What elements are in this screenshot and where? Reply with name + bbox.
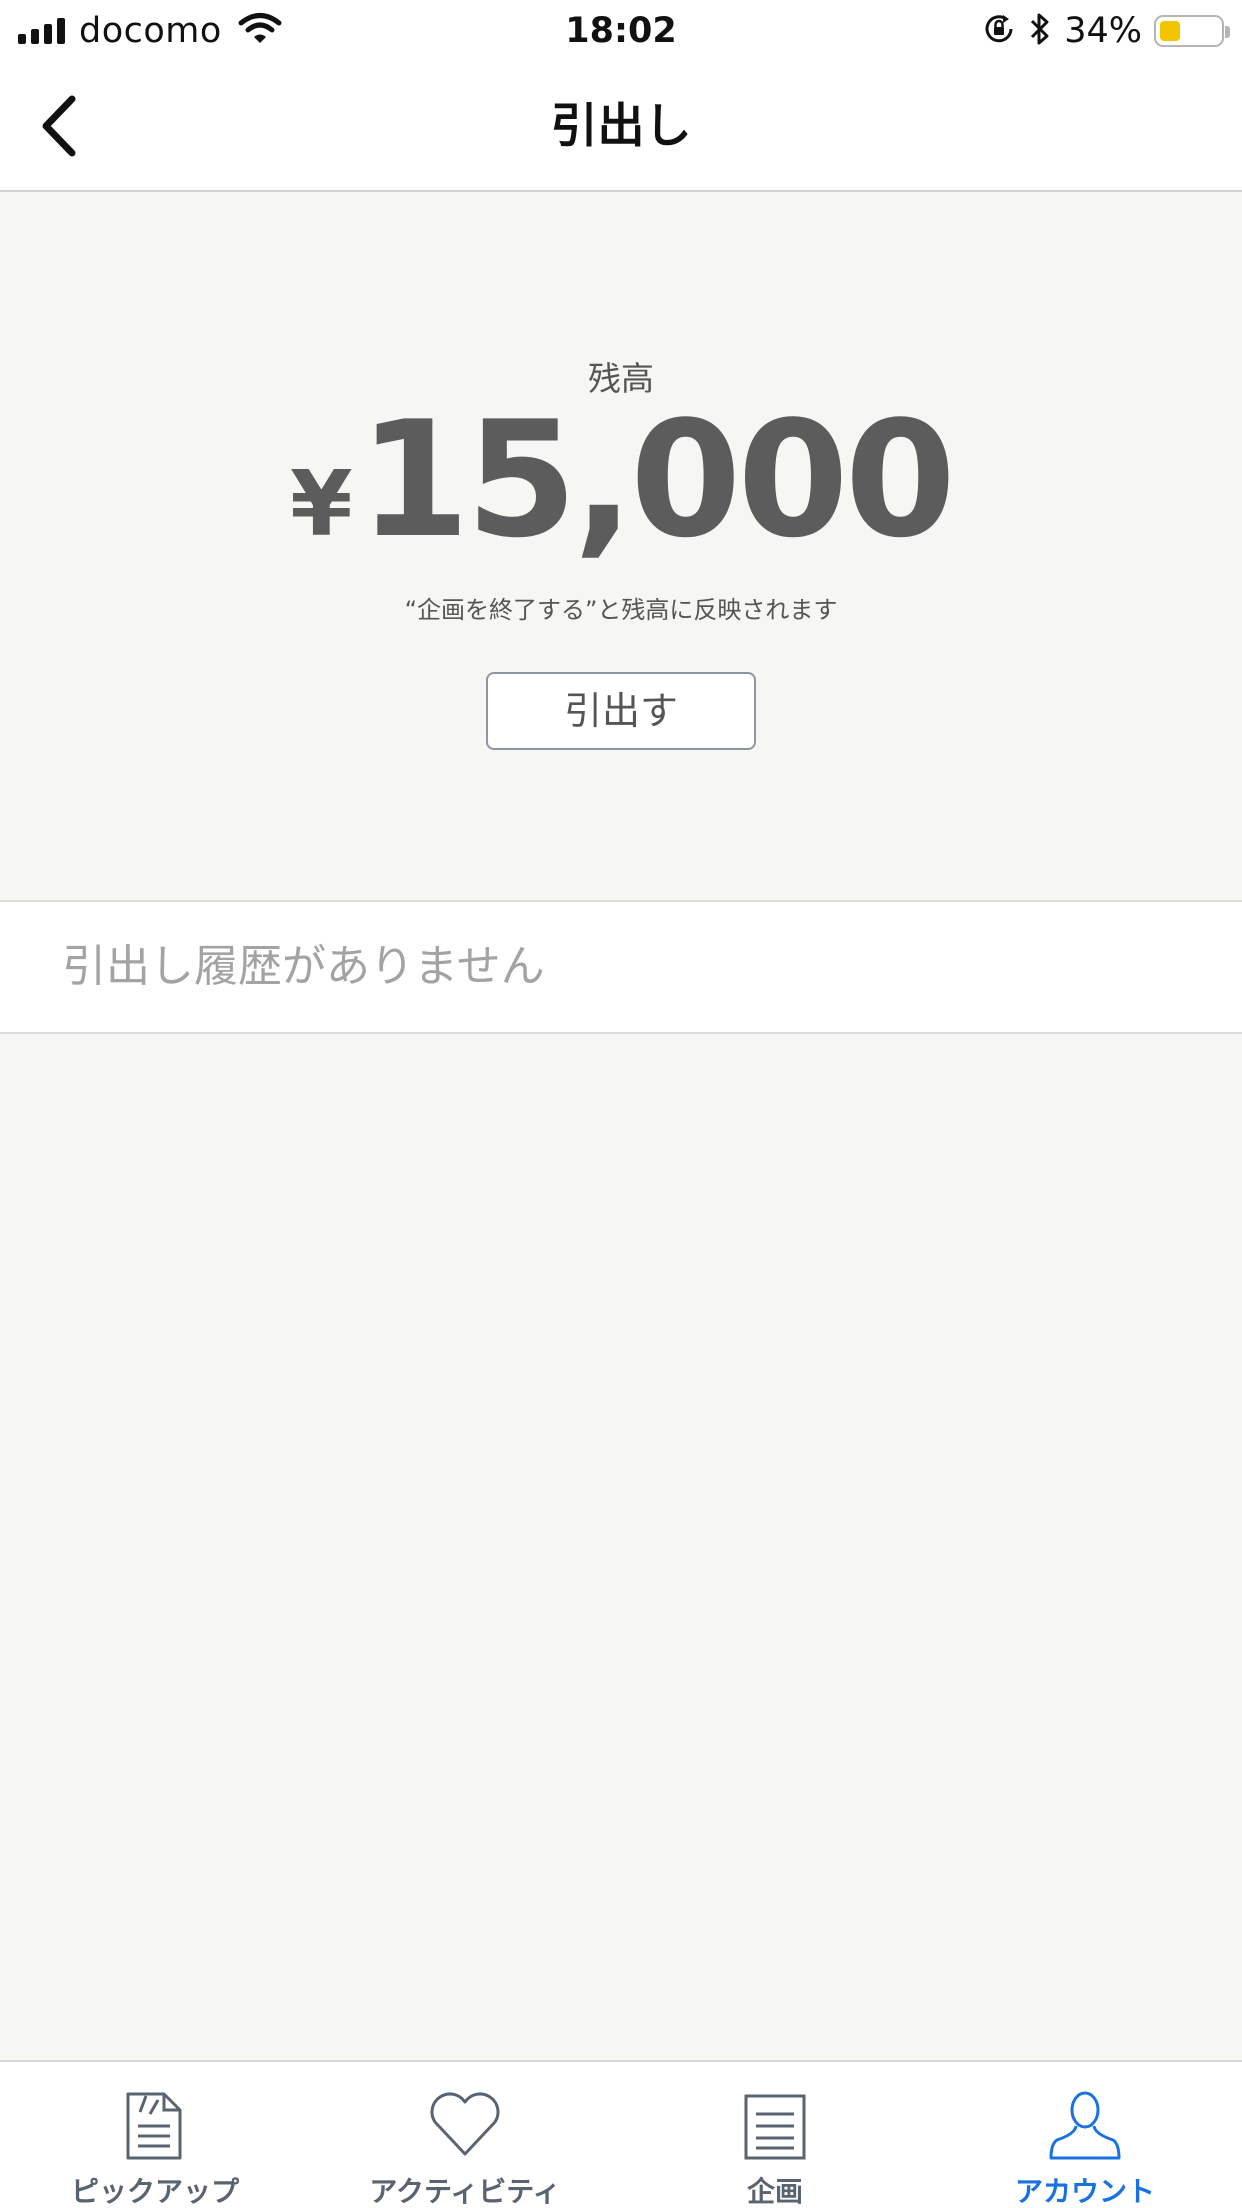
status-right: 34% (982, 8, 1230, 54)
tab-label: ピックアップ (70, 2175, 239, 2208)
battery-cap (1225, 26, 1230, 38)
person-icon (930, 2084, 1240, 2164)
history-empty-message: 引出し履歴がありません (62, 941, 545, 992)
tab-account[interactable]: アカウント (930, 2062, 1240, 2208)
document-icon (0, 2084, 310, 2164)
heart-icon (310, 2084, 620, 2164)
currency-symbol: ¥ (289, 452, 353, 557)
screen: docomo 18:02 34% 引出し 残高 ¥ 15,000 “企画を終了す… (0, 0, 1242, 2208)
battery-icon (1154, 15, 1230, 47)
balance-value: 15,000 (358, 386, 956, 573)
withdraw-button[interactable]: 引出す (486, 672, 756, 750)
page-title: 引出し (550, 99, 692, 154)
battery-percent: 34% (1064, 11, 1142, 51)
balance-section: 残高 ¥ 15,000 “企画を終了する”と残高に反映されます 引出す (0, 192, 1242, 900)
tab-pickup[interactable]: ピックアップ (0, 2062, 310, 2208)
tab-label: アカウント (1014, 2175, 1155, 2208)
bluetooth-icon (1028, 11, 1052, 51)
balance-amount: ¥ 15,000 (0, 392, 1242, 568)
tab-bar: ピックアップ アクティビティ 企画 アカウント (0, 2060, 1242, 2208)
battery-fill (1160, 21, 1180, 41)
withdrawal-history: 引出し履歴がありません (0, 900, 1242, 1034)
status-bar: docomo 18:02 34% (0, 0, 1242, 62)
list-icon (620, 2084, 930, 2164)
tab-projects[interactable]: 企画 (620, 2062, 930, 2208)
tab-label: アクティビティ (369, 2175, 561, 2208)
balance-note: “企画を終了する”と残高に反映されます (404, 596, 838, 624)
tab-activity[interactable]: アクティビティ (310, 2062, 620, 2208)
tab-label: 企画 (746, 2175, 803, 2208)
navigation-bar: 引出し (0, 62, 1242, 192)
orientation-lock-icon (982, 12, 1016, 50)
